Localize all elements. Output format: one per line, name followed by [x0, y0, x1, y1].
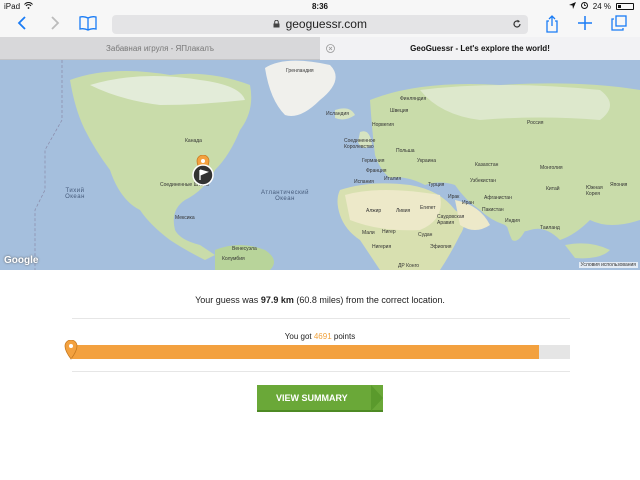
map-label: Соединенное Королевство	[344, 138, 376, 150]
ocean-label: Атлантический Океан	[260, 190, 310, 202]
map-label: Германия	[362, 158, 385, 164]
map-label: Иран	[462, 200, 474, 206]
map-label: Гренландия	[286, 68, 314, 74]
new-tab-button[interactable]	[575, 15, 595, 35]
address-bar[interactable]: geoguessr.com	[112, 15, 528, 34]
map-label: Россия	[527, 120, 544, 126]
world-map[interactable]: Гренландия Исландия Финляндия Швеция Нор…	[0, 60, 640, 270]
map-label: Египет	[420, 205, 436, 211]
map-label: Украина	[417, 158, 437, 164]
map-label: Индия	[505, 218, 520, 224]
chevron-right-icon	[51, 16, 60, 30]
result-suffix: (60.8 miles) from the correct location.	[293, 295, 445, 305]
map-label: Норвегия	[372, 122, 394, 128]
alarm-icon	[580, 2, 588, 11]
status-bar: iPad 8:36 24 %	[0, 0, 640, 13]
map-label: Ливия	[396, 208, 411, 214]
map-label: Колумбия	[222, 256, 245, 262]
url-text: geoguessr.com	[285, 17, 367, 31]
battery-icon	[616, 3, 634, 10]
divider	[72, 371, 570, 372]
map-label: Эфиопия	[430, 244, 452, 250]
map-label: Испания	[354, 179, 374, 185]
share-button[interactable]	[542, 15, 562, 35]
status-time: 8:36	[311, 2, 328, 11]
map-label: Саудовская Аравия	[437, 214, 465, 226]
map-label: Мексика	[175, 215, 195, 221]
map-label: Исландия	[326, 111, 349, 117]
share-icon	[546, 15, 558, 33]
divider	[72, 318, 570, 319]
score-progress-fill	[72, 345, 540, 359]
back-button[interactable]	[12, 15, 32, 35]
map-label: Ирак	[448, 194, 460, 200]
map-label: Турция	[428, 182, 445, 188]
map-label: Швеция	[390, 108, 409, 114]
result-text: Your guess was 97.9 km (60.8 miles) from…	[0, 295, 640, 305]
google-logo: Google	[4, 255, 39, 266]
map-label: ДР Конго	[398, 263, 420, 269]
chevron-left-icon	[17, 16, 26, 30]
map-label: Япония	[610, 182, 628, 188]
tabs-button[interactable]	[609, 15, 629, 35]
arrow-right-icon	[371, 385, 383, 411]
tabs-icon	[611, 15, 627, 31]
map-label: Венесуэла	[232, 246, 257, 252]
map-pin-icon	[64, 339, 78, 360]
bookmarks-button[interactable]	[78, 15, 98, 35]
points-text: You got 4691 points	[0, 332, 640, 341]
map-label: Франция	[366, 168, 387, 174]
map-label: Алжир	[366, 208, 382, 214]
map-label: Судан	[418, 232, 433, 238]
points-suffix: points	[331, 332, 356, 341]
tab-bar: Забавная игруля - ЯПлакалъ GeoGuessr - L…	[0, 37, 640, 60]
ocean-label: Тихий Океан	[65, 188, 85, 200]
map-label: Казахстан	[475, 162, 499, 168]
map-label: Монголия	[540, 165, 563, 171]
map-label: Южная Корея	[586, 185, 603, 197]
map-label: Канада	[185, 138, 202, 144]
reload-icon	[513, 19, 521, 28]
tab-geoguessr[interactable]: GeoGuessr - Let's explore the world!	[320, 37, 640, 60]
tab-label: Забавная игруля - ЯПлакалъ	[106, 44, 214, 53]
map-terms-link[interactable]: Условия использования	[578, 262, 638, 268]
progress-pin	[64, 339, 78, 365]
map-label: Узбекистан	[470, 178, 496, 184]
close-icon	[326, 44, 335, 53]
map-label: Пакистан	[482, 207, 504, 213]
flag-icon	[192, 164, 214, 186]
map-label: Китай	[546, 186, 560, 192]
points-value: 4691	[313, 332, 332, 341]
map-label: Таиланд	[540, 225, 560, 231]
tab-yaplakal[interactable]: Забавная игруля - ЯПлакалъ	[0, 37, 320, 60]
map-label: Нигерия	[372, 244, 392, 250]
forward-button[interactable]	[45, 15, 65, 35]
lock-icon	[273, 19, 283, 30]
location-icon	[568, 2, 576, 11]
points-prefix: You got	[284, 332, 314, 341]
close-tab-button[interactable]	[326, 37, 335, 62]
reload-button[interactable]	[512, 15, 522, 35]
map-label: Италия	[384, 176, 402, 182]
tab-label: GeoGuessr - Let's explore the world!	[410, 44, 550, 53]
book-icon	[79, 16, 97, 31]
map-label: Афганистан	[484, 195, 512, 201]
map-label: Польша	[396, 148, 415, 154]
battery-percent: 24 %	[592, 2, 611, 11]
browser-toolbar: geoguessr.com	[0, 13, 640, 37]
view-summary-label: VIEW SUMMARY	[276, 393, 348, 403]
map-label: Нигер	[382, 229, 396, 235]
plus-icon	[578, 16, 592, 30]
map-label: Финляндия	[400, 96, 427, 102]
map-label: Мали	[362, 230, 375, 236]
view-summary-button[interactable]: VIEW SUMMARY	[257, 385, 383, 412]
score-progress-bar	[72, 345, 570, 359]
result-prefix: Your guess was	[195, 295, 261, 305]
result-distance: 97.9 km	[260, 295, 294, 305]
